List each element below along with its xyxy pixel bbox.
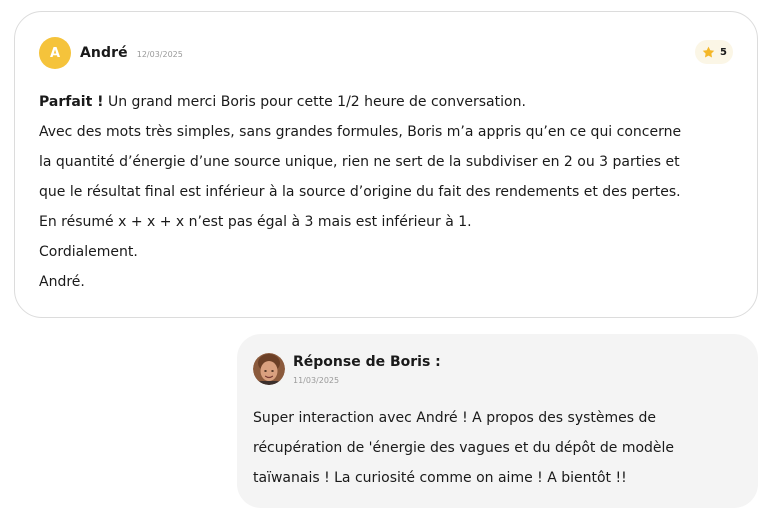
review-line: En résumé x + x + x n’est pas égal à 3 m… [39,207,744,237]
review-card: A André 12/03/2025 5 Parfait ! Un grand … [14,11,758,318]
review-body: Parfait ! Un grand merci Boris pour cett… [39,87,744,297]
review-line: Parfait ! Un grand merci Boris pour cett… [39,87,744,117]
rating-value: 5 [720,46,727,58]
reply-title: Réponse de Boris : [293,354,441,370]
reply-body: Super interaction avec André ! A propos … [253,403,743,493]
reply-line: taïwanais ! La curiosité comme on aime !… [253,470,627,486]
author-name: André [80,45,128,61]
review-line-text: Cordialement. [39,244,138,260]
star-icon [702,46,715,57]
reply-card: Réponse de Boris : 11/03/2025 Super inte… [237,334,758,508]
review-line: Avec des mots très simples, sans grandes… [39,117,744,147]
review-line-text: En résumé x + x + x n’est pas égal à 3 m… [39,214,472,230]
review-date: 12/03/2025 [136,50,183,59]
reply-date: 11/03/2025 [293,376,340,385]
reply-header: Réponse de Boris : 11/03/2025 [253,353,441,385]
review-line: André. [39,267,744,297]
review-line-text: Un grand merci Boris pour cette 1/2 heur… [103,94,526,110]
review-line-emphasis: Parfait ! [39,94,104,110]
avatar: A [39,37,71,69]
review-line-text: que le résultat final est inférieur à la… [39,184,681,200]
rating-badge: 5 [695,40,733,64]
avatar [253,353,285,385]
review-line: la quantité d’énergie d’une source uniqu… [39,147,744,177]
reply-meta: Réponse de Boris : 11/03/2025 [293,353,441,385]
reply-line: Super interaction avec André ! A propos … [253,410,657,426]
review-line: que le résultat final est inférieur à la… [39,177,744,207]
review-line-text: la quantité d’énergie d’une source uniqu… [39,154,680,170]
review-header: A André 12/03/2025 [39,36,183,70]
reply-line: récupération de 'énergie des vagues et d… [253,440,675,456]
review-line-text: Avec des mots très simples, sans grandes… [39,124,682,140]
review-line-text: André. [39,274,85,290]
review-line: Cordialement. [39,237,744,267]
